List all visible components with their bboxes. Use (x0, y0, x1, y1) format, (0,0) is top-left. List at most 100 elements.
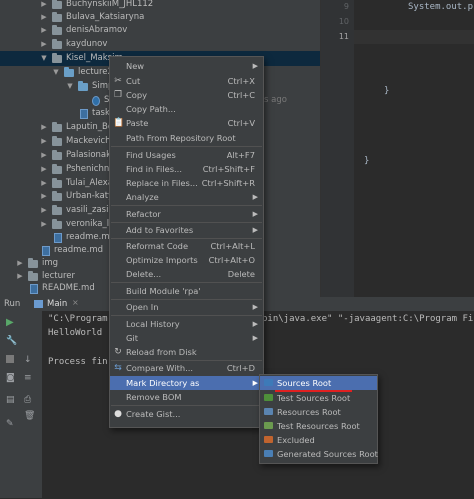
menu-item-path-from-repo-root[interactable]: Path From Repository Root (110, 131, 263, 145)
chevron-right-icon[interactable]: ▶ (40, 162, 48, 177)
submenu-item-label: Resources Root (277, 407, 341, 417)
copy-icon: ❐ (113, 90, 123, 100)
menu-item-cut[interactable]: ✂ Cut Ctrl+X (110, 74, 263, 88)
chevron-right-icon[interactable]: ▶ (40, 120, 48, 135)
file-icon (30, 284, 38, 294)
submenu-item-test-resources-root[interactable]: Test Resources Root (260, 419, 377, 433)
close-icon[interactable]: × (72, 298, 79, 307)
submenu-item-sources-root[interactable]: Sources Root (260, 376, 377, 390)
wrench-icon[interactable]: 🔧 (6, 336, 17, 346)
menu-item-local-history[interactable]: Local History ▶ (110, 317, 263, 331)
menu-item-label: Compare With... (126, 363, 194, 373)
menu-item-label: Replace in Files... (126, 178, 198, 188)
tree-row-label: Mackevich_ (66, 136, 115, 146)
menu-item-shortcut: Ctrl+Alt+O (208, 255, 255, 265)
menu-item-refactor[interactable]: Refactor ▶ (110, 207, 263, 221)
menu-separator (111, 205, 262, 206)
menu-item-find-usages[interactable]: Find Usages Alt+F7 (110, 148, 263, 162)
submenu-item-generated-sources-root[interactable]: Generated Sources Root (260, 447, 378, 461)
menu-item-shortcut: Ctrl+Shift+F (202, 164, 255, 174)
chevron-right-icon: ▶ (252, 320, 258, 328)
file-icon (80, 109, 88, 119)
camera-icon[interactable]: ◙ (6, 373, 15, 383)
menu-item-mark-directory-as[interactable]: Mark Directory as ▶ (110, 376, 263, 390)
menu-item-label: Reformat Code (126, 241, 189, 251)
submenu-item-label: Excluded (277, 435, 315, 445)
menu-item-git[interactable]: Git ▶ (110, 331, 263, 345)
console-line: Process fin (48, 357, 108, 367)
menu-item-replace-in-files[interactable]: Replace in Files... Ctrl+Shift+R (110, 176, 263, 190)
submenu-item-label: Test Resources Root (277, 421, 360, 431)
chevron-down-icon[interactable]: ▼ (66, 79, 74, 94)
submenu-item-test-sources-root[interactable]: Test Sources Root (260, 391, 377, 405)
soft-wrap-icon[interactable]: ≡ (24, 373, 32, 383)
menu-item-label: Find Usages (126, 150, 176, 160)
menu-item-paste[interactable]: 📋 Paste Ctrl+V (110, 116, 263, 130)
menu-item-new[interactable]: New ▶ (110, 59, 263, 73)
menu-item-reformat-code[interactable]: Reformat Code Ctrl+Alt+L (110, 239, 263, 253)
chevron-right-icon[interactable]: ▶ (40, 23, 48, 38)
layout-icon[interactable]: ▤ (6, 395, 15, 405)
mark-directory-submenu: Sources Root Test Sources Root Resources… (259, 374, 378, 464)
rerun-icon[interactable]: ▶ (6, 317, 14, 328)
menu-item-label: Git (126, 333, 138, 343)
menu-item-label: New (126, 61, 145, 71)
menu-separator (111, 315, 262, 316)
menu-item-label: Copy Path... (126, 104, 176, 114)
menu-item-label: Path From Repository Root (126, 133, 236, 143)
chevron-right-icon[interactable]: ▶ (40, 203, 48, 218)
menu-item-optimize-imports[interactable]: Optimize Imports Ctrl+Alt+O (110, 253, 263, 267)
chevron-right-icon: ▶ (252, 62, 258, 70)
tree-row[interactable]: ▶ denisAbramov (0, 23, 320, 38)
print-icon[interactable]: ⎙ (24, 395, 31, 405)
code-line[interactable]: } (384, 86, 389, 96)
menu-item-find-in-files[interactable]: Find in Files... Ctrl+Shift+F (110, 162, 263, 176)
menu-item-analyze[interactable]: Analyze ▶ (110, 190, 263, 204)
menu-item-build-module[interactable]: Build Module 'rpa' (110, 284, 263, 298)
menu-item-delete[interactable]: Delete... Delete (110, 267, 263, 281)
menu-item-add-to-favorites[interactable]: Add to Favorites ▶ (110, 223, 263, 237)
menu-item-copy[interactable]: ❐ Copy Ctrl+C (110, 88, 263, 102)
code-line[interactable]: } (364, 156, 369, 166)
menu-item-copy-path[interactable]: Copy Path... (110, 102, 263, 116)
folder-icon (78, 81, 88, 91)
tab-main[interactable]: Main (47, 299, 67, 309)
scissors-icon: ✂ (114, 76, 122, 86)
chevron-down-icon[interactable]: ▼ (52, 65, 60, 80)
console-line-tail: bin\java.exe" "-javaagent:C:\Program Fi (262, 314, 474, 324)
tree-row[interactable]: ▶ kaydunov (0, 37, 320, 52)
folder-icon (52, 12, 62, 22)
menu-item-compare-with[interactable]: ⇆ Compare With... Ctrl+D (110, 361, 263, 375)
folder-icon (52, 191, 62, 201)
submenu-item-label: Generated Sources Root (277, 449, 378, 459)
chevron-right-icon: ▶ (252, 193, 258, 201)
submenu-item-excluded[interactable]: Excluded (260, 433, 377, 447)
folder-icon (52, 25, 62, 35)
scroll-down-icon[interactable]: ↓ (24, 355, 32, 365)
folder-icon (52, 219, 62, 229)
folder-icon (64, 67, 74, 77)
submenu-item-resources-root[interactable]: Resources Root (260, 405, 377, 419)
run-panel-title: Run (4, 299, 21, 309)
chevron-down-icon[interactable]: ▼ (40, 51, 48, 66)
chevron-right-icon[interactable]: ▶ (40, 37, 48, 52)
menu-item-open-in[interactable]: Open In ▶ (110, 300, 263, 314)
folder-icon (52, 122, 62, 132)
chevron-right-icon: ▶ (252, 303, 258, 311)
chevron-right-icon[interactable]: ▶ (40, 148, 48, 163)
code-editor[interactable]: System.out.p } } (354, 0, 474, 297)
context-menu: New ▶ ✂ Cut Ctrl+X ❐ Copy Ctrl+C Copy Pa… (109, 56, 264, 428)
menu-item-label: Mark Directory as (126, 378, 200, 388)
menu-separator (111, 146, 262, 147)
menu-item-remove-bom[interactable]: Remove BOM (110, 390, 263, 404)
trash-icon[interactable]: 🗑 (24, 411, 35, 421)
chevron-right-icon[interactable]: ▶ (40, 134, 48, 149)
menu-item-create-gist[interactable]: ● Create Gist... (110, 407, 263, 421)
chevron-right-icon[interactable]: ▶ (40, 189, 48, 204)
menu-item-reload-from-disk[interactable]: ↻ Reload from Disk (110, 345, 263, 359)
menu-item-label: Delete... (126, 269, 162, 279)
code-line[interactable]: System.out.p (408, 2, 473, 12)
pin-icon[interactable]: ✎ (6, 419, 14, 429)
stop-icon[interactable] (6, 355, 14, 363)
menu-item-shortcut: Ctrl+Alt+L (210, 241, 255, 251)
